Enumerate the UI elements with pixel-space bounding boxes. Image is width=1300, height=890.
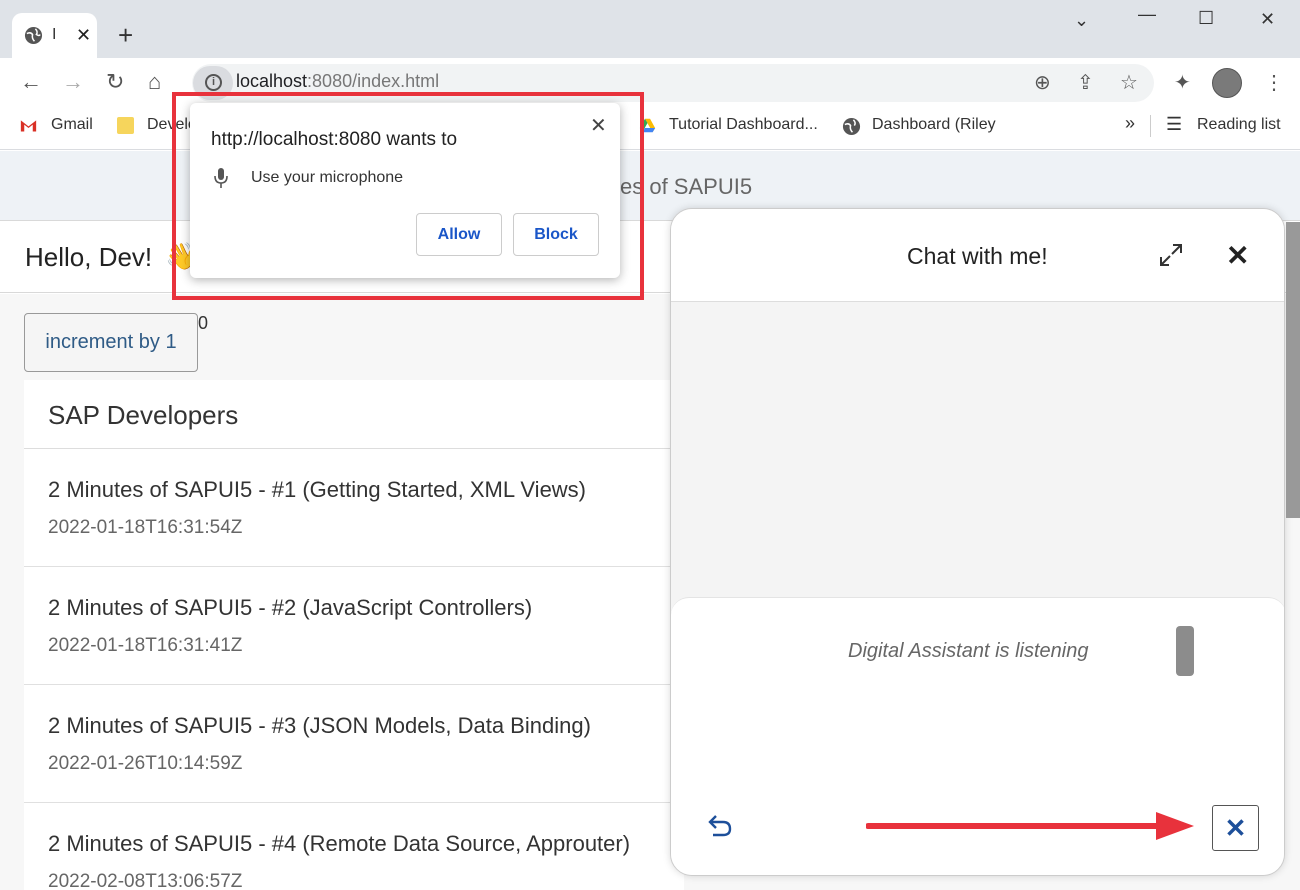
- url-host: localhost: [236, 71, 308, 91]
- chat-title: Chat with me!: [907, 243, 1048, 269]
- new-tab-icon[interactable]: +: [118, 22, 133, 48]
- folder-icon: [117, 117, 134, 134]
- bookmark-star-icon[interactable]: ☆: [1120, 70, 1138, 95]
- reading-list-link[interactable]: Reading list: [1197, 116, 1281, 134]
- globe-icon: [24, 26, 43, 45]
- url-text[interactable]: localhost:8080/index.html: [236, 71, 439, 92]
- list-item-date: 2022-01-18T16:31:41Z: [48, 635, 243, 656]
- extensions-icon[interactable]: ✦: [1174, 70, 1191, 95]
- forward-icon[interactable]: →: [62, 70, 84, 94]
- share-icon[interactable]: ⇪: [1077, 70, 1094, 95]
- page-scrollbar[interactable]: [1286, 222, 1300, 518]
- tab-title: I: [52, 26, 57, 43]
- back-icon[interactable]: ←: [20, 70, 42, 94]
- list-item-date: 2022-02-08T13:06:57Z: [48, 871, 243, 890]
- bookmarks-overflow-icon[interactable]: »: [1125, 113, 1135, 134]
- bookmark-divider: [1150, 115, 1151, 137]
- bookmark-tutorial-dashboard[interactable]: Tutorial Dashboard...: [669, 116, 818, 134]
- expand-icon[interactable]: [1159, 243, 1183, 267]
- profile-avatar[interactable]: [1212, 68, 1242, 98]
- listening-status: Digital Assistant is listening: [848, 640, 1089, 662]
- browser-tab[interactable]: I ✕: [12, 13, 97, 58]
- list-item-date: 2022-01-26T10:14:59Z: [48, 753, 243, 774]
- maximize-icon[interactable]: ☐: [1198, 8, 1214, 29]
- list-item[interactable]: 2 Minutes of SAPUI5 - #3 (JSON Models, D…: [24, 685, 684, 803]
- greeting-text: Hello, Dev!: [25, 242, 153, 272]
- list-title: SAP Developers: [48, 400, 239, 430]
- chat-panel: Chat with me! ✕ Digital Assistant is lis…: [670, 208, 1285, 876]
- list-item-title: 2 Minutes of SAPUI5 - #4 (Remote Data So…: [48, 831, 631, 856]
- annotation-highlight-box: [172, 92, 644, 300]
- tab-search-chevron-icon[interactable]: ⌄: [1074, 10, 1089, 31]
- list-item[interactable]: 2 Minutes of SAPUI5 - #4 (Remote Data So…: [24, 803, 684, 890]
- bookmark-dashboard-riley[interactable]: Dashboard (Riley: [872, 116, 996, 134]
- voice-level-indicator: [1176, 626, 1194, 676]
- info-icon: i: [205, 74, 222, 91]
- list-item[interactable]: 2 Minutes of SAPUI5 - #1 (Getting Starte…: [24, 449, 684, 567]
- list-item[interactable]: 2 Minutes of SAPUI5 - #2 (JavaScript Con…: [24, 567, 684, 685]
- url-path: :8080/index.html: [307, 71, 440, 91]
- reload-icon[interactable]: ↻: [106, 70, 124, 94]
- chat-close-icon[interactable]: ✕: [1226, 239, 1249, 272]
- undo-icon[interactable]: [707, 812, 733, 838]
- list-item-date: 2022-01-18T16:31:54Z: [48, 517, 243, 538]
- list-header: SAP Developers: [24, 380, 684, 449]
- tab-close-icon[interactable]: ✕: [76, 25, 91, 46]
- home-icon[interactable]: ⌂: [148, 70, 161, 94]
- list-item-title: 2 Minutes of SAPUI5 - #2 (JavaScript Con…: [48, 595, 533, 620]
- list-item-title: 2 Minutes of SAPUI5 - #1 (Getting Starte…: [48, 477, 587, 502]
- annotation-arrow: [866, 812, 1194, 840]
- globe-icon: [842, 117, 861, 136]
- minimize-icon[interactable]: —: [1138, 4, 1156, 25]
- bookmark-gmail[interactable]: Gmail: [51, 116, 93, 134]
- increment-button[interactable]: increment by 1: [24, 313, 198, 372]
- window-close-icon[interactable]: ✕: [1260, 9, 1275, 30]
- reading-list-icon[interactable]: ☰: [1166, 114, 1182, 135]
- gmail-icon: [20, 120, 37, 132]
- counter-value: 0: [198, 313, 209, 333]
- stop-listening-button[interactable]: ✕: [1212, 805, 1259, 851]
- menu-kebab-icon[interactable]: ⋮: [1264, 70, 1284, 95]
- video-list: SAP Developers 2 Minutes of SAPUI5 - #1 …: [24, 380, 684, 890]
- zoom-icon[interactable]: ⊕: [1034, 70, 1051, 95]
- tab-strip: [0, 0, 1300, 58]
- chat-header: Chat with me! ✕: [671, 209, 1284, 302]
- list-item-title: 2 Minutes of SAPUI5 - #3 (JSON Models, D…: [48, 713, 591, 738]
